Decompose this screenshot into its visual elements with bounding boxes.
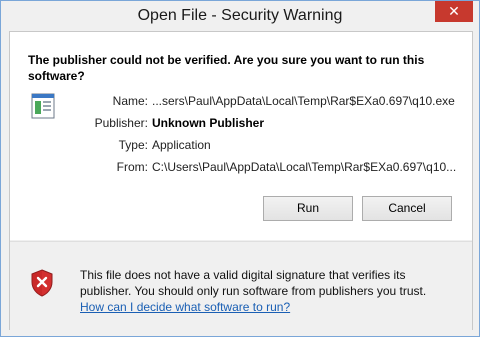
- close-icon: ✕: [448, 3, 460, 19]
- application-file-icon: [31, 93, 55, 119]
- from-label: From:: [116, 160, 148, 174]
- signature-warning-panel: This file does not have a valid digital …: [10, 241, 472, 330]
- security-warning-dialog: Open File - Security Warning ✕ The publi…: [0, 0, 480, 337]
- publisher-label: Publisher:: [94, 116, 148, 130]
- type-value: Application: [152, 138, 211, 152]
- close-button[interactable]: ✕: [435, 1, 473, 22]
- name-value: ...sers\Paul\AppData\Local\Temp\Rar$EXa0…: [152, 94, 455, 108]
- dialog-body: The publisher could not be verified. Are…: [9, 31, 473, 330]
- type-label: Type:: [118, 138, 148, 152]
- publisher-value: Unknown Publisher: [152, 116, 265, 130]
- signature-warning-text: This file does not have a valid digital …: [80, 268, 427, 298]
- window-title: Open File - Security Warning: [137, 7, 343, 24]
- warning-question: The publisher could not be verified. Are…: [28, 53, 425, 83]
- cancel-button[interactable]: Cancel: [362, 196, 452, 221]
- name-label: Name:: [112, 94, 148, 108]
- details-panel: The publisher could not be verified. Are…: [10, 32, 472, 240]
- from-value: C:\Users\Paul\AppData\Local\Temp\Rar$EXa…: [152, 160, 457, 174]
- title-bar: Open File - Security Warning ✕: [1, 1, 479, 33]
- help-link[interactable]: How can I decide what software to run?: [80, 300, 290, 314]
- run-button[interactable]: Run: [263, 196, 353, 221]
- shield-error-icon: [31, 269, 53, 297]
